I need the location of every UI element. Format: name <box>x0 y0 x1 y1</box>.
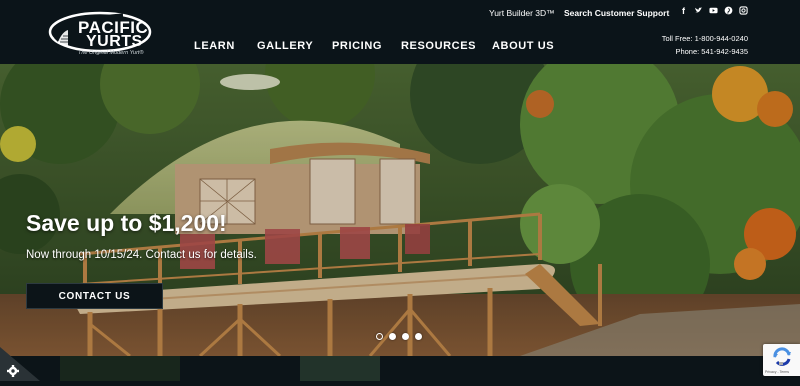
foliage-decoration <box>60 356 180 381</box>
customer-support-link[interactable]: Search Customer Support <box>564 8 669 18</box>
gear-icon <box>0 347 40 381</box>
slider-pagination <box>376 333 422 340</box>
slider-dot-3[interactable] <box>402 333 409 340</box>
recaptcha-terms[interactable]: Privacy - Terms <box>765 370 789 374</box>
recaptcha-badge[interactable]: Privacy - Terms <box>763 344 800 376</box>
instagram-icon[interactable] <box>739 6 748 17</box>
recaptcha-icon <box>773 347 791 366</box>
nav-item-about-us[interactable]: ABOUT US <box>492 40 554 52</box>
nav-item-resources[interactable]: RESOURCES <box>401 40 476 52</box>
foliage-decoration <box>300 356 380 381</box>
site-header: PACIFIC YURTS The Original Modern Yurt® … <box>0 0 800 64</box>
social-links: f <box>679 6 748 17</box>
facebook-icon[interactable]: f <box>679 6 688 17</box>
nav-item-learn[interactable]: LEARN <box>194 40 235 52</box>
hero-subtext: Now through 10/15/24. Contact us for det… <box>26 249 257 261</box>
slider-dot-2[interactable] <box>389 333 396 340</box>
pacific-yurts-logo[interactable]: PACIFIC YURTS The Original Modern Yurt® <box>48 10 158 56</box>
cookie-settings-button[interactable] <box>0 347 40 381</box>
next-section-preview <box>0 356 800 381</box>
toll-free-number[interactable]: Toll Free: 1-800-944-0240 <box>662 34 748 43</box>
twitter-icon[interactable] <box>694 6 703 17</box>
hero-slider: Save up to $1,200! Now through 10/15/24.… <box>0 64 800 356</box>
phone-number[interactable]: Phone: 541-942-9435 <box>675 47 748 56</box>
nav-item-gallery[interactable]: GALLERY <box>257 40 313 52</box>
nav-item-pricing[interactable]: PRICING <box>332 40 382 52</box>
slider-dot-4[interactable] <box>415 333 422 340</box>
hero-headline: Save up to $1,200! <box>26 210 227 236</box>
logo-text-yurts: YURTS <box>86 33 143 50</box>
pinterest-icon[interactable] <box>724 6 733 17</box>
yurt-builder-link[interactable]: Yurt Builder 3D™ <box>489 8 555 18</box>
contact-us-button[interactable]: CONTACT US <box>26 283 163 309</box>
logo-tagline: The Original Modern Yurt® <box>78 50 144 56</box>
youtube-icon[interactable] <box>709 6 718 17</box>
slider-dot-1[interactable] <box>376 333 383 340</box>
